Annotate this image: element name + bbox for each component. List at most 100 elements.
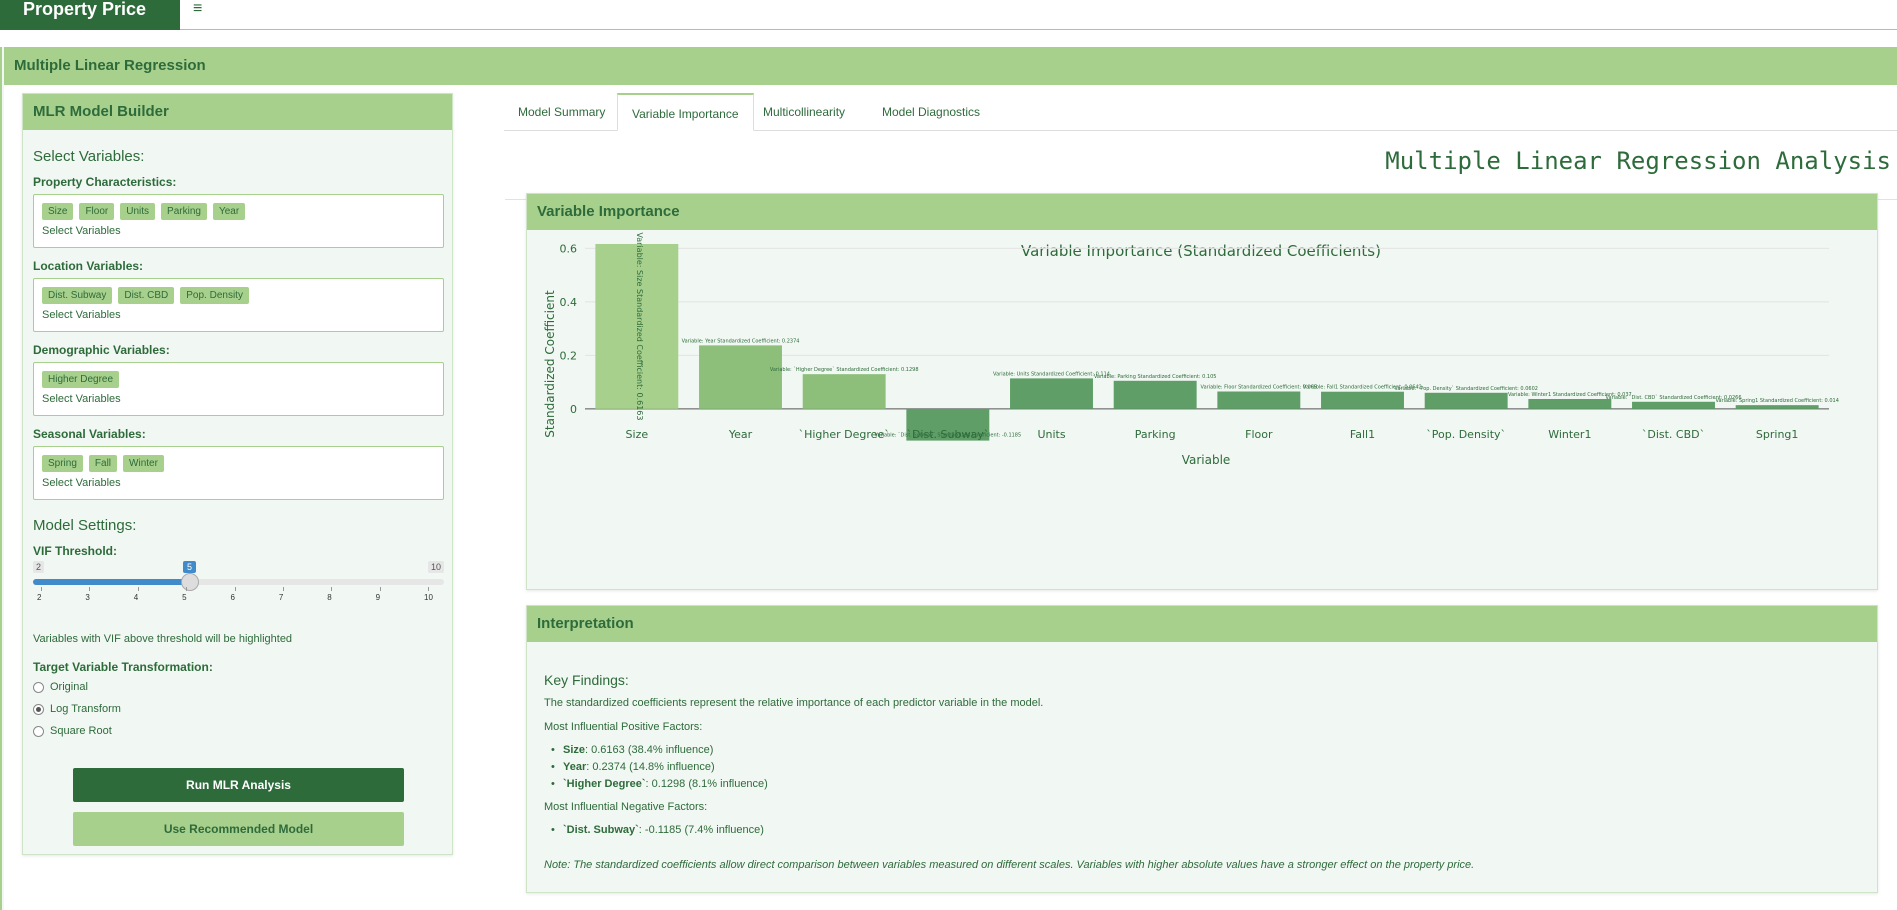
- factor-name: Size: [563, 744, 586, 756]
- select-placeholder[interactable]: Select Variables: [42, 393, 121, 405]
- radio-button[interactable]: [33, 681, 44, 693]
- chip-pop-density[interactable]: Pop. Density: [180, 287, 249, 304]
- x-tick-label: `Pop. Density`: [1426, 428, 1506, 441]
- bar-8[interactable]: [1424, 392, 1508, 409]
- chip-parking[interactable]: Parking: [161, 203, 207, 220]
- slider-handle[interactable]: [181, 573, 199, 591]
- x-tick-label: Winter1: [1548, 428, 1591, 441]
- model-builder-title: MLR Model Builder: [23, 94, 452, 130]
- bar-5[interactable]: [1113, 380, 1197, 409]
- select-placeholder[interactable]: Select Variables: [42, 309, 121, 321]
- slider-tick-label: 10: [424, 593, 433, 602]
- x-tick-label: Year: [728, 428, 753, 441]
- x-tick-label: Floor: [1245, 428, 1273, 441]
- slider-tick-label: 4: [133, 593, 139, 602]
- bar-data-label: Variable: Year Standardized Coefficient:…: [682, 338, 800, 344]
- tab-bar: Model Summary Variable Importance Multic…: [504, 93, 1897, 131]
- bar-7[interactable]: [1321, 391, 1404, 409]
- bar-1[interactable]: [699, 345, 782, 409]
- tab-model-diagnostics[interactable]: Model Diagnostics: [868, 93, 994, 131]
- tab-multicollinearity[interactable]: Multicollinearity: [749, 93, 859, 131]
- bar-10[interactable]: [1632, 401, 1715, 409]
- interpretation-intro: The standardized coefficients represent …: [544, 697, 1044, 709]
- factor-value: : 0.6163 (38.4% influence): [585, 744, 714, 756]
- y-tick-label: 0.4: [560, 296, 578, 309]
- run-mlr-button[interactable]: Run MLR Analysis: [73, 768, 404, 802]
- bar-9[interactable]: [1528, 398, 1612, 409]
- positive-factors-label: Most Influential Positive Factors:: [544, 721, 703, 733]
- radio-log-transform[interactable]: Log Transform: [33, 703, 121, 715]
- x-tick-label: Parking: [1135, 428, 1176, 441]
- chart-y-axis-label: Standardized Coefficient: [543, 290, 557, 438]
- property-characteristics-select[interactable]: Size Floor Units Parking Year Select Var…: [33, 194, 444, 248]
- hamburger-icon[interactable]: ≡: [193, 0, 202, 18]
- slider-min: 2: [33, 561, 45, 573]
- tab-model-summary[interactable]: Model Summary: [504, 93, 619, 131]
- seasonal-variables-select[interactable]: Spring Fall Winter Select Variables: [33, 446, 444, 500]
- chip-floor[interactable]: Floor: [79, 203, 115, 220]
- y-tick-label: 0.6: [560, 242, 578, 255]
- slider-tick: [379, 587, 381, 591]
- interpretation-box: Interpretation Key Findings: The standar…: [526, 605, 1878, 893]
- slider-track[interactable]: [33, 573, 444, 591]
- chart-x-ticks: Size Year `Higher Degree` `Dist. Subway` Uni…: [626, 428, 1799, 441]
- radio-square-root[interactable]: Square Root: [33, 725, 112, 737]
- importance-chart: Variable Importance (Standardized Coeffi…: [543, 232, 1839, 467]
- negative-factors-label: Most Influential Negative Factors:: [544, 801, 708, 813]
- chip-dist-cbd[interactable]: Dist. CBD: [118, 287, 175, 304]
- radio-label: Square Root: [50, 725, 112, 737]
- slider-max: 10: [427, 561, 444, 573]
- chip-fall[interactable]: Fall: [88, 455, 118, 472]
- chart-x-axis-label: Variable: [1182, 453, 1231, 467]
- slider-tick: [137, 587, 139, 591]
- demographic-variables-select[interactable]: Higher Degree Select Variables: [33, 362, 444, 416]
- chip-year[interactable]: Year: [212, 203, 246, 220]
- tab-variable-importance[interactable]: Variable Importance: [617, 93, 754, 131]
- bar-4[interactable]: [1010, 378, 1093, 409]
- chip-dist-subway[interactable]: Dist. Subway: [42, 287, 113, 304]
- bar-2[interactable]: [802, 374, 886, 409]
- radio-original[interactable]: Original: [33, 681, 88, 693]
- vif-slider[interactable]: 2 5 10 2 3 4 5 6 7 8 9 10: [33, 561, 444, 611]
- bar-data-label: Variable: Spring1 Standardized Coefficie…: [1715, 398, 1838, 404]
- y-tick-label: 0: [570, 403, 577, 416]
- slider-value: 5: [183, 561, 197, 573]
- variable-importance-box: Variable Importance Variable Importance …: [526, 193, 1878, 590]
- select-placeholder[interactable]: Select Variables: [42, 225, 121, 237]
- x-tick-label: Units: [1037, 428, 1065, 441]
- radio-button[interactable]: [33, 725, 44, 737]
- chip-spring[interactable]: Spring: [42, 455, 83, 472]
- chip-units[interactable]: Units: [120, 203, 156, 220]
- positive-factor-item: Size: 0.6163 (38.4% influence): [551, 744, 714, 756]
- model-settings-label: Model Settings:: [33, 517, 137, 534]
- slider-tick-label: 3: [85, 593, 90, 602]
- recommended-model-button[interactable]: Use Recommended Model: [73, 812, 404, 846]
- bar-data-label: Variable: `Higher Degree` Standardized C…: [770, 367, 919, 373]
- location-variables-select[interactable]: Dist. Subway Dist. CBD Pop. Density Sele…: [33, 278, 444, 332]
- x-tick-label: `Dist. CBD`: [1642, 428, 1705, 441]
- slider-tick-label: 5: [182, 593, 187, 602]
- slider-tick-label: 7: [278, 593, 284, 602]
- positive-factor-item: Year: 0.2374 (14.8% influence): [551, 761, 715, 773]
- slider-tick-label: 6: [230, 593, 235, 602]
- bar-11[interactable]: [1735, 405, 1819, 409]
- page-title: Multiple Linear Regression: [4, 47, 1897, 85]
- seasonal-variables-label: Seasonal Variables:: [33, 427, 146, 441]
- factor-name: `Dist. Subway`: [563, 824, 639, 836]
- factor-name: `Higher Degree`: [563, 778, 646, 790]
- slider-tick: [428, 587, 429, 591]
- chip-size[interactable]: Size: [42, 203, 74, 220]
- bar-6[interactable]: [1217, 391, 1301, 409]
- slider-tick: [282, 587, 284, 591]
- select-placeholder[interactable]: Select Variables: [42, 477, 121, 489]
- radio-button-selected[interactable]: [33, 703, 44, 715]
- chip-winter[interactable]: Winter: [123, 455, 164, 472]
- chip-higher-degree[interactable]: Higher Degree: [42, 371, 120, 388]
- demographic-variables-label: Demographic Variables:: [33, 343, 170, 357]
- slider-tick-label: 2: [37, 593, 42, 602]
- vif-threshold-label: VIF Threshold:: [33, 544, 117, 558]
- x-tick-label: `Higher Degree`: [799, 428, 890, 441]
- variable-importance-title: Variable Importance: [527, 194, 1877, 230]
- x-tick-label: Fall1: [1350, 428, 1375, 441]
- x-tick-label: Size: [626, 428, 649, 441]
